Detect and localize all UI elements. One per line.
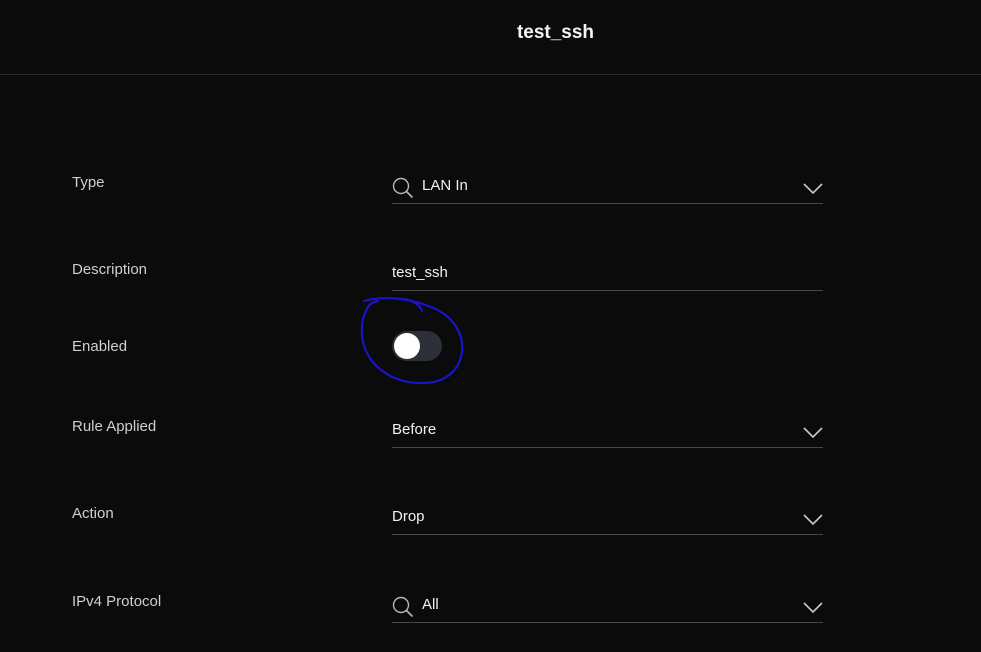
search-icon	[392, 596, 414, 618]
type-value: LAN In	[422, 177, 468, 194]
action-value: Drop	[392, 508, 425, 525]
rule-applied-label: Rule Applied	[72, 418, 157, 435]
rule-applied-value: Before	[392, 421, 437, 438]
page-title: test_ssh	[516, 22, 595, 43]
action-select[interactable]: Drop	[392, 505, 823, 535]
ipv4-protocol-select[interactable]: All	[392, 593, 823, 623]
ipv4-protocol-value: All	[422, 596, 439, 613]
type-select[interactable]: LAN In	[392, 174, 823, 204]
toggle-knob	[394, 333, 420, 359]
enabled-toggle[interactable]	[392, 331, 442, 361]
action-label: Action	[72, 505, 114, 522]
page-header: test_ssh	[0, 0, 981, 75]
firewall-rule-page: test_ssh Type LAN In Description test_ss…	[0, 0, 981, 652]
description-value: test_ssh	[392, 264, 448, 281]
description-label: Description	[72, 261, 148, 278]
chevron-down-icon	[803, 427, 823, 439]
search-icon	[392, 177, 414, 199]
type-label: Type	[72, 174, 105, 191]
description-input[interactable]: test_ssh	[392, 261, 823, 291]
ipv4-protocol-label: IPv4 Protocol	[72, 593, 162, 610]
chevron-down-icon	[803, 514, 823, 526]
enabled-label: Enabled	[72, 338, 128, 355]
chevron-down-icon	[803, 602, 823, 614]
rule-applied-select[interactable]: Before	[392, 418, 823, 448]
chevron-down-icon	[803, 183, 823, 195]
